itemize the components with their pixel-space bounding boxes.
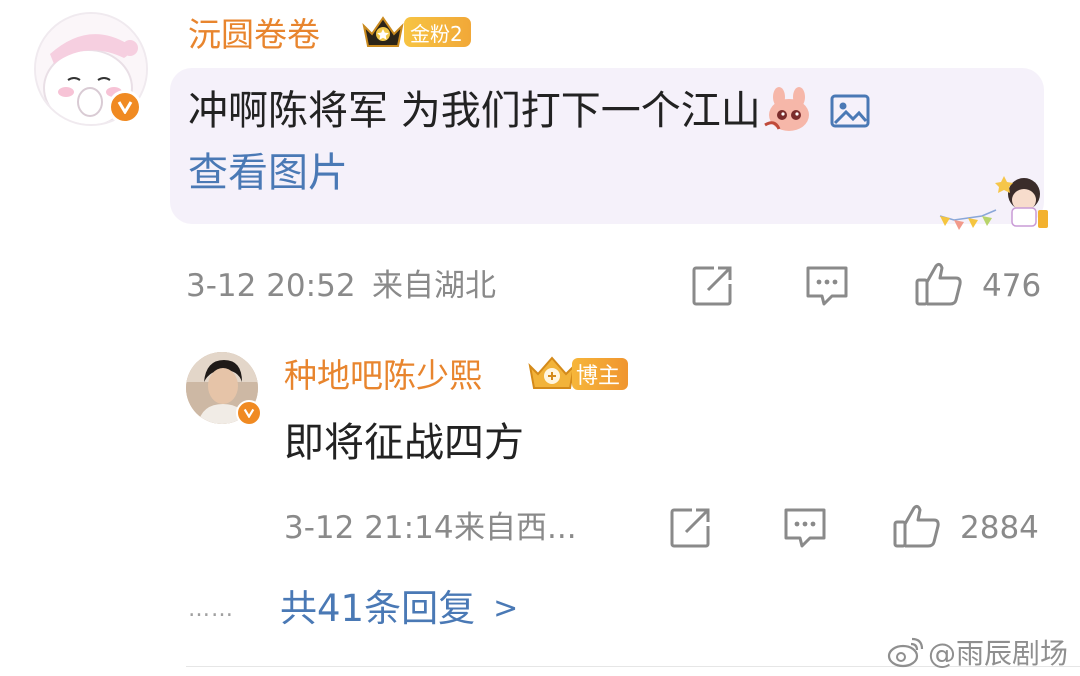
like-count: 476	[982, 268, 1042, 304]
fan-level-label: 金粉2	[404, 17, 471, 47]
comment-username[interactable]: 沅圆卷卷	[188, 15, 320, 55]
reply-like-count: 2884	[960, 510, 1039, 546]
reply-username[interactable]: 种地吧陈少熙	[284, 356, 482, 396]
comment-body: 冲啊陈将军 为我们打下一个江山	[188, 86, 871, 136]
reply-verified-badge-icon	[236, 400, 262, 426]
watermark: @雨辰剧场	[886, 632, 1068, 672]
reply-text: 即将征战四方	[284, 420, 524, 466]
image-icon[interactable]	[829, 92, 871, 130]
comment-text: 冲啊陈将军 为我们打下一个江山	[188, 88, 761, 134]
blogger-label: 博主	[572, 358, 629, 390]
reply-location: 来自西...	[454, 510, 577, 546]
verified-badge-icon	[108, 90, 142, 124]
comment-location: 来自湖北	[372, 268, 496, 304]
view-image-link[interactable]: 查看图片	[188, 148, 348, 198]
reply-like-icon[interactable]	[892, 502, 942, 550]
comment-icon[interactable]	[804, 264, 850, 308]
blogger-badge: 博主	[526, 354, 629, 394]
weibo-logo-icon	[887, 637, 924, 668]
watermark-text: @雨辰剧场	[928, 637, 1069, 670]
reply-comment-icon[interactable]	[782, 506, 828, 550]
share-icon[interactable]	[690, 264, 734, 308]
replies-count-label: 共41条回复	[280, 587, 476, 630]
view-replies-link[interactable]: …… 共41条回复 >	[188, 584, 518, 634]
crown-blogger-icon	[528, 356, 576, 389]
comment-timestamp: 3-12 20:52	[186, 268, 356, 304]
reply-share-icon[interactable]	[668, 506, 712, 550]
chevron-right-icon: >	[493, 591, 519, 626]
reply-timestamp: 3-12 21:14	[284, 510, 454, 546]
pink-bunny-emoji-icon	[763, 87, 809, 131]
fan-badge[interactable]: 金粉2	[360, 12, 471, 52]
replies-dots: ……	[188, 596, 234, 622]
crown-icon	[362, 16, 404, 47]
like-icon[interactable]	[914, 260, 964, 308]
decorative-sticker-icon	[939, 176, 1048, 230]
